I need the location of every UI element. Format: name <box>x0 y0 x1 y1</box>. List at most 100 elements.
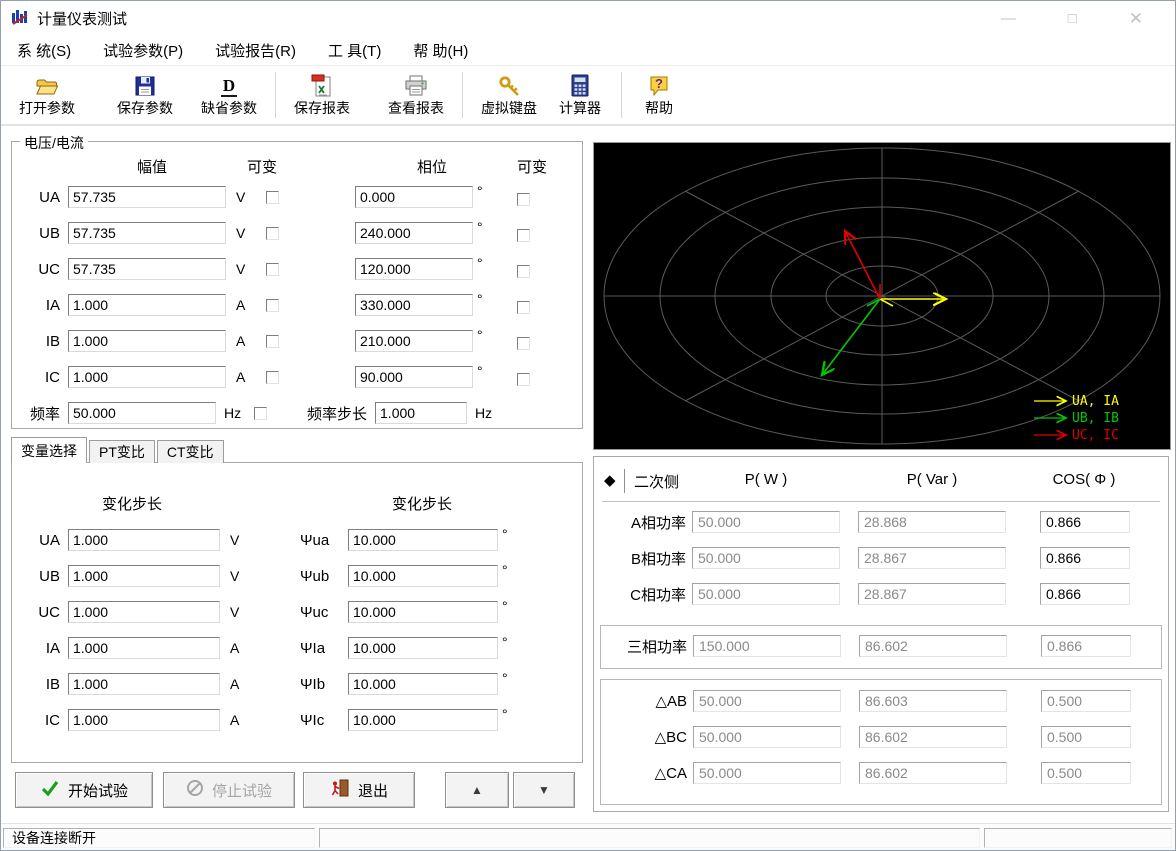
delta-bc-label: △BC <box>607 728 687 746</box>
uc-amplitude-variable-checkbox[interactable] <box>266 263 279 276</box>
ia-step-input[interactable] <box>68 637 220 659</box>
degree-label: ° <box>502 598 508 614</box>
status-cell-right <box>984 828 1172 848</box>
frequency-row: 频率 Hz 频率步长 Hz <box>12 402 582 424</box>
tab-variable-selection[interactable]: 变量选择 <box>11 437 87 463</box>
ia-amplitude-variable-checkbox[interactable] <box>266 299 279 312</box>
ic-step-input[interactable] <box>68 709 220 731</box>
tab-pt-ratio[interactable]: PT变比 <box>89 440 155 463</box>
menu-tools[interactable]: 工 具(T) <box>328 40 381 61</box>
frequency-input[interactable] <box>68 402 216 424</box>
phase-b-var-field: 28.867 <box>858 547 1006 569</box>
toolbar-label: 帮助 <box>645 98 673 118</box>
phase-a-p-field: 50.000 <box>692 511 840 533</box>
psi-ic-label: ΨIc <box>300 712 348 729</box>
phase-column-header: 相位 <box>382 156 482 177</box>
ub-phase-input[interactable] <box>355 222 473 244</box>
header-divider <box>624 469 625 493</box>
menu-system[interactable]: 系 统(S) <box>17 40 71 61</box>
results-panel: ◆ 二次侧 P( W ) P( Var ) COS( Φ ) A相功率 50.0… <box>593 456 1169 812</box>
toolbar-virtual-keyboard-button[interactable]: 虚拟键盘 <box>473 73 545 118</box>
ia-amplitude-input[interactable] <box>68 294 226 316</box>
step-right-header: 变化步长 <box>362 493 482 514</box>
toolbar-help-button[interactable]: ? 帮助 <box>632 73 686 118</box>
toolbar-save-params-button[interactable]: 保存参数 <box>109 73 181 118</box>
ic-phase-variable-checkbox[interactable] <box>517 373 530 386</box>
ia-phase-variable-checkbox[interactable] <box>517 301 530 314</box>
ua-amplitude-input[interactable] <box>68 186 226 208</box>
ib-amplitude-variable-checkbox[interactable] <box>266 335 279 348</box>
ub-step-input[interactable] <box>68 565 220 587</box>
psi-uc-step-input[interactable] <box>348 601 498 623</box>
menu-test-params[interactable]: 试验参数(P) <box>103 40 183 61</box>
psi-ua-step-input[interactable] <box>348 529 498 551</box>
step-up-button[interactable]: ▲ <box>445 772 509 808</box>
degree-label: ° <box>502 670 508 686</box>
uc-phase-input[interactable] <box>355 258 473 280</box>
close-button[interactable]: ✕ <box>1129 11 1143 26</box>
psi-ia-step-input[interactable] <box>348 637 498 659</box>
toolbar-calculator-button[interactable]: 计算器 <box>549 73 611 118</box>
step-down-button[interactable]: ▼ <box>513 772 575 808</box>
frequency-step-unit-label: Hz <box>475 405 499 421</box>
tab-ct-ratio[interactable]: CT变比 <box>157 440 224 463</box>
toolbar-save-report-button[interactable]: 保存报表 <box>286 73 358 118</box>
ua-step-label: UA <box>12 532 68 549</box>
maximize-button[interactable]: □ <box>1068 11 1077 26</box>
ua-step-input[interactable] <box>68 529 220 551</box>
ub-amplitude-input[interactable] <box>68 222 226 244</box>
minimize-button[interactable]: — <box>1001 11 1016 26</box>
frequency-variable-checkbox[interactable] <box>254 407 267 420</box>
toolbar-view-report-button[interactable]: 查看报表 <box>380 73 452 118</box>
toolbar-label: 保存参数 <box>117 98 173 118</box>
stop-test-label: 停止试验 <box>212 780 272 801</box>
down-arrow-icon: ▼ <box>538 783 550 797</box>
window-title: 计量仪表测试 <box>37 8 127 29</box>
menu-test-report[interactable]: 试验报告(R) <box>215 40 296 61</box>
toolbar-default-params-button[interactable]: D 缺省参数 <box>193 73 265 118</box>
toolbar-open-params-button[interactable]: 打开参数 <box>11 73 83 118</box>
exit-button[interactable]: 退出 <box>303 772 415 808</box>
delta-ab-cos-field: 0.500 <box>1041 690 1131 712</box>
menu-help[interactable]: 帮 助(H) <box>413 40 468 61</box>
ib-phase-variable-checkbox[interactable] <box>517 337 530 350</box>
ic-amplitude-input[interactable] <box>68 366 226 388</box>
delta-ca-cos-field: 0.500 <box>1041 762 1131 784</box>
delta-ca-p-field: 50.000 <box>693 762 841 784</box>
ib-phase-input[interactable] <box>355 330 473 352</box>
secondary-side-label: 二次侧 <box>634 471 679 492</box>
ua-phase-variable-checkbox[interactable] <box>517 193 530 206</box>
three-phase-cos-field: 0.866 <box>1041 635 1131 657</box>
ib-amplitude-input[interactable] <box>68 330 226 352</box>
phase-c-var-field: 28.867 <box>858 583 1006 605</box>
ub-amplitude-variable-checkbox[interactable] <box>266 227 279 240</box>
frequency-step-input[interactable] <box>375 402 467 424</box>
variable2-column-header: 可变 <box>507 156 557 177</box>
variable-selection-page: 变化步长 变化步长 UA V Ψua ° UB V Ψub ° UC V Ψuc… <box>11 462 583 763</box>
status-cell-middle <box>319 828 980 848</box>
psi-ic-step-input[interactable] <box>348 709 498 731</box>
uc-amplitude-input[interactable] <box>68 258 226 280</box>
three-phase-var-field: 86.602 <box>859 635 1007 657</box>
psi-ub-step-input[interactable] <box>348 565 498 587</box>
phasor-diagram: UA, IA UB, IB UC, IC <box>593 142 1171 450</box>
key-icon <box>497 73 521 97</box>
ic-phase-input[interactable] <box>355 366 473 388</box>
ua-amplitude-variable-checkbox[interactable] <box>266 191 279 204</box>
psi-ib-step-input[interactable] <box>348 673 498 695</box>
ic-amplitude-variable-checkbox[interactable] <box>266 371 279 384</box>
voltage-current-group-title: 电压/电流 <box>20 133 88 153</box>
cos-column-header: COS( Φ ) <box>1024 471 1144 488</box>
ia-phase-input[interactable] <box>355 294 473 316</box>
ib-step-input[interactable] <box>68 673 220 695</box>
delta-ca-var-field: 86.602 <box>859 762 1007 784</box>
ub-phase-variable-checkbox[interactable] <box>517 229 530 242</box>
uc-step-unit: V <box>230 604 254 620</box>
start-test-button[interactable]: 开始试验 <box>15 772 153 808</box>
uc-step-label: UC <box>12 604 68 621</box>
action-bar: 开始试验 停止试验 退出 ▲ ▼ <box>11 772 583 810</box>
stop-test-button[interactable]: 停止试验 <box>163 772 295 808</box>
uc-step-input[interactable] <box>68 601 220 623</box>
uc-phase-variable-checkbox[interactable] <box>517 265 530 278</box>
ua-phase-input[interactable] <box>355 186 473 208</box>
